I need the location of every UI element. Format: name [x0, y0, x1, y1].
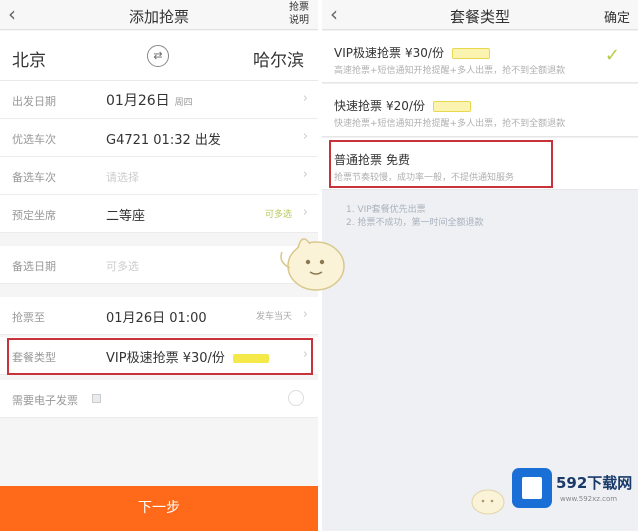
- logo-site: www.592xz.com: [560, 495, 618, 503]
- seat-label: 预定坐席: [12, 209, 56, 222]
- cube-icon: [522, 477, 542, 499]
- package-tag: [432, 101, 471, 112]
- package-option-fast[interactable]: 快速抢票 ¥20/份 快速抢票+短信通知开抢提醒+多人出票，抢不到全额退款: [322, 84, 638, 137]
- checkmark-icon: ✓: [604, 45, 620, 66]
- invoice-row[interactable]: 需要电子发票: [0, 380, 318, 418]
- preferred-train-label: 优选车次: [12, 133, 56, 146]
- chevron-right-icon: ›: [302, 129, 308, 144]
- preferred-train-row[interactable]: 优选车次 G4721 01:32 出发 ›: [0, 119, 318, 157]
- help-link[interactable]: 抢票说明: [286, 1, 312, 27]
- package-tag: [451, 48, 490, 59]
- info-icon: [92, 394, 101, 403]
- package-desc: 高速抢票+短信通知开抢提醒+多人出票，抢不到全额退款: [334, 66, 566, 76]
- backup-train-placeholder: 请选择: [106, 171, 139, 184]
- backup-date-label: 备选日期: [12, 260, 56, 273]
- backup-date-row[interactable]: 备选日期 可多选 ›: [0, 246, 318, 284]
- package-option-vip[interactable]: VIP极速抢票 ¥30/份 高速抢票+短信通知开抢提醒+多人出票，抢不到全额退款 …: [322, 31, 638, 83]
- backup-date-placeholder: 可多选: [106, 260, 139, 273]
- page-title: 套餐类型: [449, 8, 510, 26]
- package-name: 快速抢票 ¥20/份: [334, 97, 471, 114]
- route-selector: 北京 ⇄ 哈尔滨: [0, 31, 318, 81]
- site-logo: 592下载网 www.592xz.com: [512, 468, 638, 516]
- seat-note: 可多选: [264, 210, 292, 220]
- next-button[interactable]: 下一步: [0, 486, 318, 531]
- package-notes: 1. VIP套餐优先出票 2. 抢票不成功，第一时间全额退款: [346, 204, 483, 230]
- package-type-screen: ‹ 套餐类型 确定 VIP极速抢票 ¥30/份 高速抢票+短信通知开抢提醒+多人出…: [322, 0, 638, 531]
- to-city[interactable]: 哈尔滨: [253, 46, 304, 71]
- depart-date-label: 出发日期: [12, 95, 56, 108]
- grab-until-value: 01月26日 01:00: [106, 311, 207, 326]
- preferred-train-value: G4721 01:32 出发: [106, 133, 221, 148]
- grab-until-note: 发车当天: [255, 312, 292, 322]
- from-city[interactable]: 北京: [12, 46, 46, 71]
- logo-brand: 592下载网: [556, 474, 633, 492]
- note-line: 2. 抢票不成功，第一时间全额退款: [346, 218, 484, 228]
- seat-value: 二等座: [106, 209, 146, 224]
- add-ticket-screen: ‹ 添加抢票 抢票说明 北京 ⇄ 哈尔滨 出发日期 01月26日 周四 › 优选车…: [0, 0, 318, 531]
- weekday: 周四: [174, 98, 193, 108]
- chevron-right-icon: ›: [302, 167, 308, 182]
- invoice-label: 需要电子发票: [12, 394, 78, 407]
- backup-train-label: 备选车次: [12, 171, 56, 184]
- mascot-small-icon: [471, 489, 505, 515]
- package-desc: 快速抢票+短信通知开抢提醒+多人出票，抢不到全额退款: [334, 119, 566, 129]
- seat-row[interactable]: 预定坐席 二等座 可多选 ›: [0, 195, 318, 233]
- normal-package-highlight: [329, 140, 553, 188]
- left-header: ‹ 添加抢票 抢票说明: [0, 0, 318, 30]
- swap-icon[interactable]: ⇄: [147, 45, 169, 67]
- package-name: VIP极速抢票 ¥30/份: [334, 44, 490, 61]
- grab-until-label: 抢票至: [12, 311, 45, 324]
- depart-date-value: 01月26日 周四: [106, 93, 193, 109]
- note-line: 1. VIP套餐优先出票: [346, 205, 426, 215]
- invoice-toggle[interactable]: [288, 390, 304, 406]
- mascot-icon: [280, 238, 345, 291]
- depart-date-row[interactable]: 出发日期 01月26日 周四 ›: [0, 81, 318, 119]
- page-title: 添加抢票: [128, 8, 189, 26]
- package-highlight: [7, 338, 313, 375]
- confirm-button[interactable]: 确定: [604, 7, 630, 26]
- right-header: ‹ 套餐类型 确定: [322, 0, 638, 30]
- logo-box-icon: [512, 468, 552, 508]
- chevron-right-icon: ›: [302, 91, 308, 106]
- chevron-right-icon: ›: [302, 307, 308, 322]
- grab-until-row[interactable]: 抢票至 01月26日 01:00 发车当天 ›: [0, 297, 318, 335]
- chevron-right-icon: ›: [302, 205, 308, 220]
- backup-train-row[interactable]: 备选车次 请选择 ›: [0, 157, 318, 195]
